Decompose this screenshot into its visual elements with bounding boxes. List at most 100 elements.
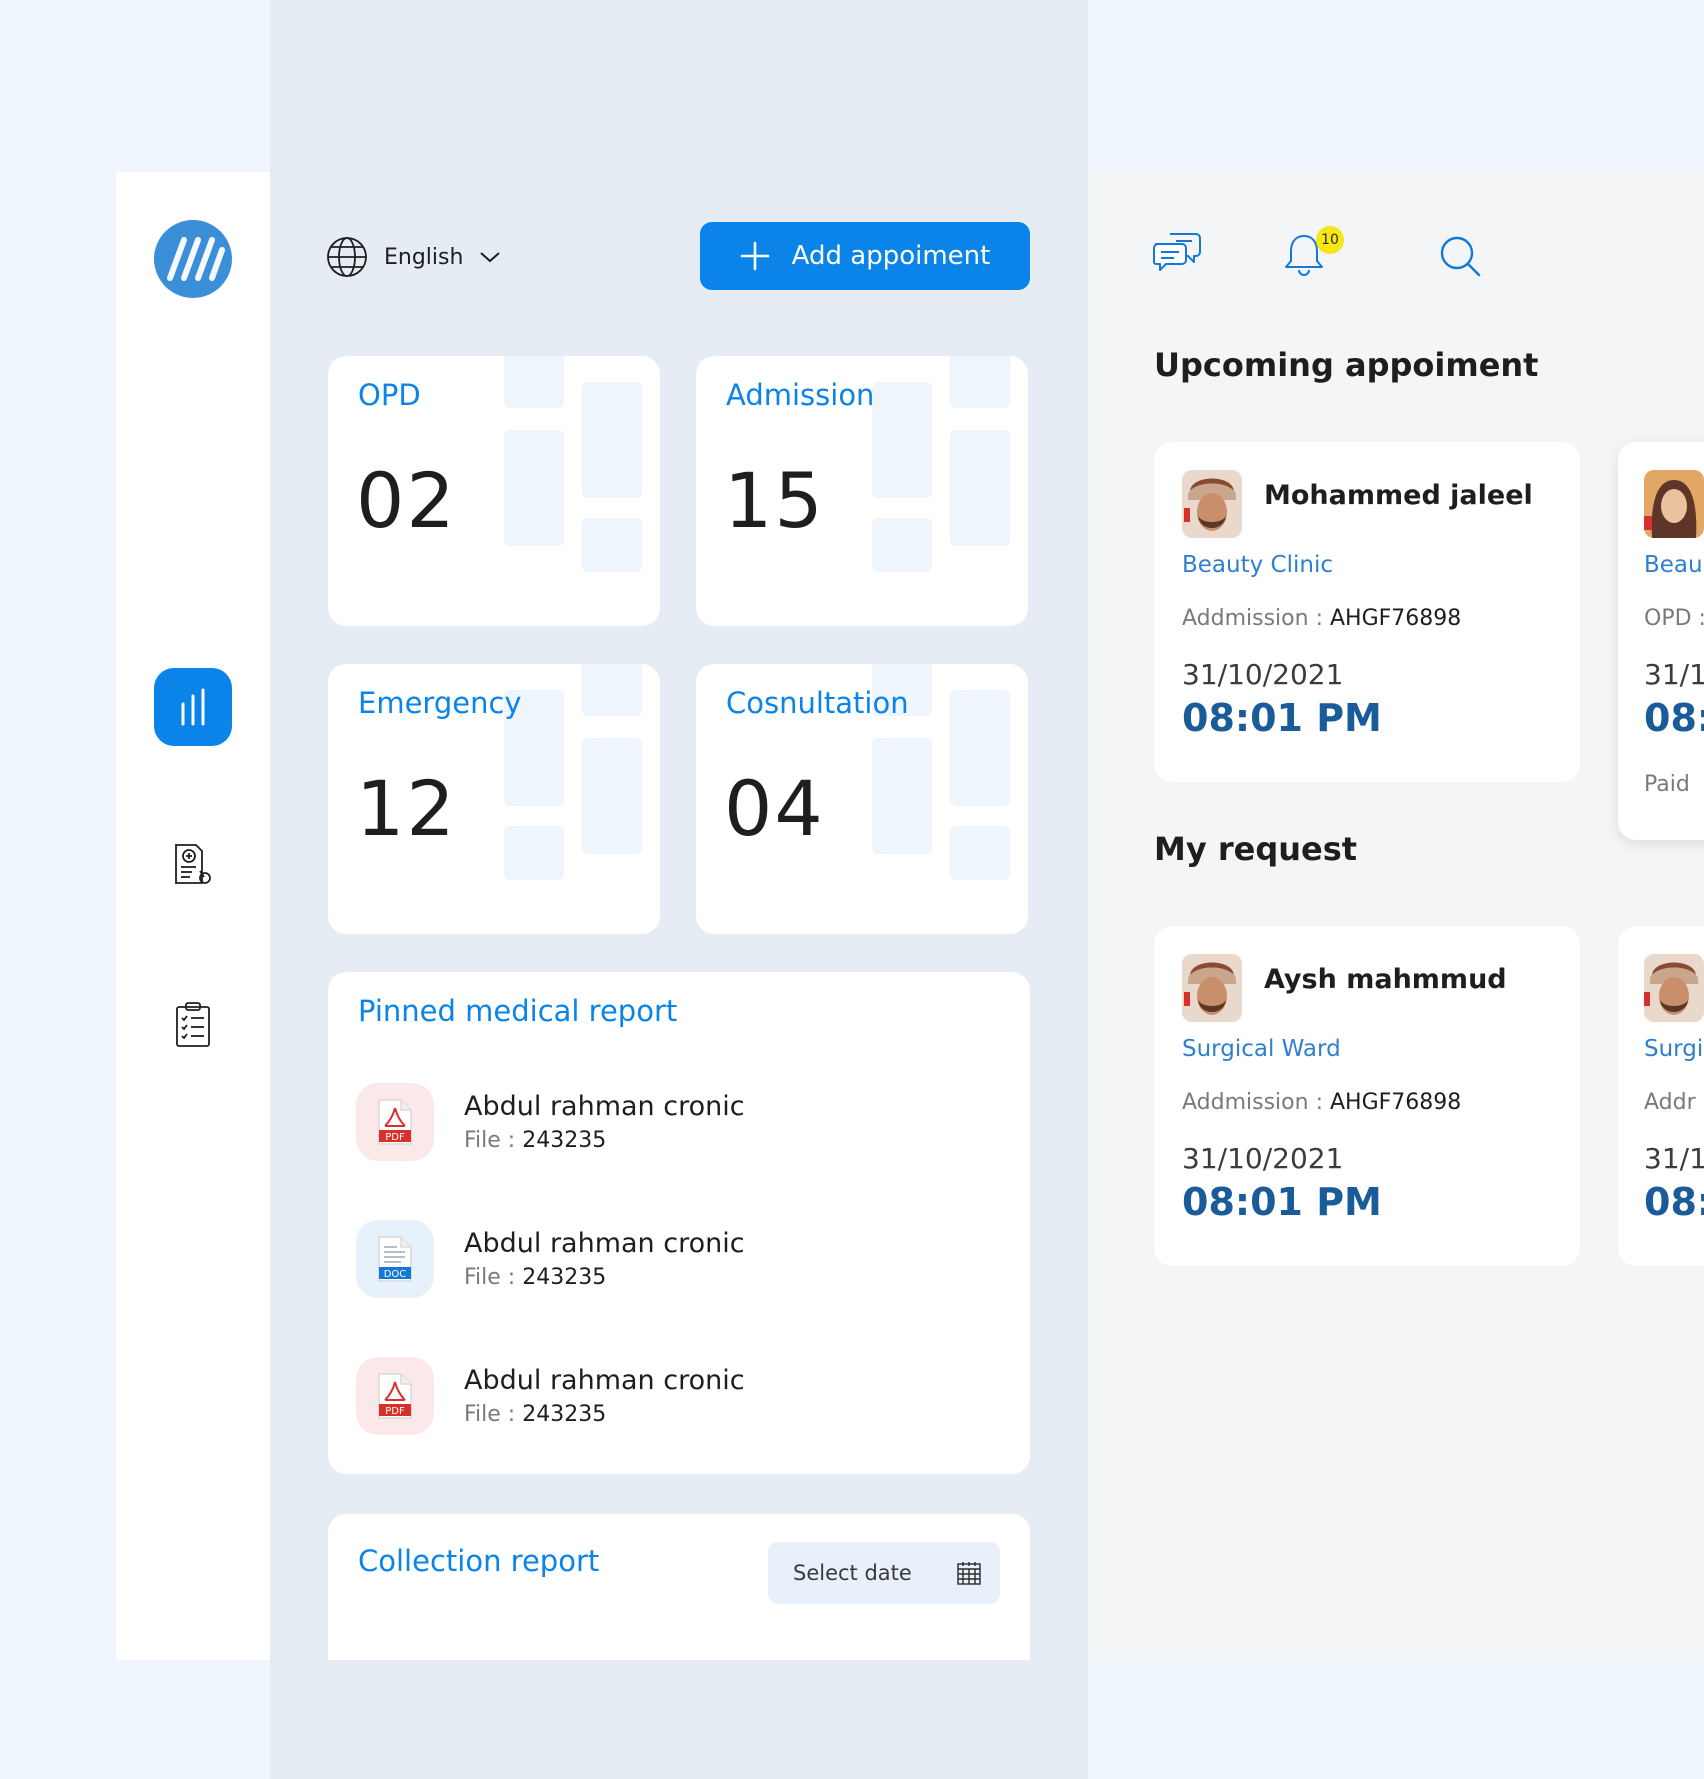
nav-dashboard[interactable]: [154, 668, 232, 746]
collection-report-panel: Collection report Select date: [328, 1514, 1030, 1660]
department: Beau: [1644, 552, 1703, 578]
report-name: Abdul rahman cronic: [464, 1091, 745, 1122]
stat-card-consultation[interactable]: Cosnultation 04: [696, 664, 1028, 934]
pdf-file-icon: PDF: [356, 1357, 434, 1435]
pdf-file-icon: PDF: [356, 1083, 434, 1161]
patient-name: Mohammed jaleel: [1264, 480, 1533, 511]
select-date-button[interactable]: Select date: [768, 1542, 1000, 1604]
report-file-label: File :: [464, 1265, 516, 1290]
decor-block: [872, 382, 932, 498]
report-file-label: File :: [464, 1402, 516, 1427]
request-date: 31/10/2021: [1182, 1142, 1344, 1175]
stat-card-admission[interactable]: Admission 15: [696, 356, 1028, 626]
decor-block: [504, 356, 564, 408]
nav-medical-reports[interactable]: [154, 826, 232, 904]
stat-value: 02: [356, 456, 457, 545]
search-icon: [1440, 236, 1481, 277]
add-appointment-button[interactable]: Add appoiment: [700, 222, 1030, 290]
decor-block: [582, 738, 642, 854]
admission-label: OPD :: [1644, 606, 1704, 631]
patient-name: Aysh mahmmud: [1264, 964, 1507, 995]
pinned-report-item[interactable]: PDF Abdul rahman cronic File : 243235: [356, 1356, 996, 1436]
decor-block: [950, 826, 1010, 880]
bar-chart-icon: [181, 688, 205, 726]
report-file-label: File :: [464, 1128, 516, 1153]
decor-block: [504, 826, 564, 880]
request-time: 08:01 PM: [1182, 1180, 1382, 1224]
plus-icon: [740, 241, 769, 271]
payment-status: Paid: [1644, 772, 1690, 797]
stat-title: OPD: [358, 378, 421, 412]
chat-button[interactable]: [1152, 228, 1202, 278]
medical-report-icon: [175, 844, 211, 884]
report-file: File : 243235: [464, 1128, 745, 1153]
report-file: File : 243235: [464, 1265, 745, 1290]
checklist-icon: [176, 1002, 210, 1047]
app-logo[interactable]: [154, 220, 232, 298]
decor-block: [950, 430, 1010, 546]
pinned-report-item[interactable]: PDF Abdul rahman cronic File : 243235: [356, 1082, 996, 1162]
report-file-number: 243235: [522, 1265, 607, 1290]
admission-id: AHGF76898: [1329, 1090, 1462, 1115]
request-date: 31/10: [1644, 1142, 1704, 1175]
pdf-label: PDF: [385, 1406, 405, 1417]
decor-block: [872, 518, 932, 572]
stat-value: 15: [724, 456, 825, 545]
my-request-title: My request: [1154, 830, 1358, 868]
appointment-time: 08:01 PM: [1182, 696, 1382, 740]
search-button[interactable]: [1438, 234, 1482, 282]
stat-card-emergency[interactable]: Emergency 12: [328, 664, 660, 934]
admission-id: AHGF76898: [1329, 606, 1462, 631]
decor-block: [872, 738, 932, 854]
pinned-title: Pinned medical report: [358, 994, 678, 1028]
decor-block: [504, 430, 564, 546]
appointment-card[interactable]: Beau OPD : 31/10 08: Paid: [1618, 442, 1704, 840]
pinned-medical-report-panel: Pinned medical report PDF Abdul rahman c…: [328, 972, 1030, 1474]
chevron-down-icon: [480, 252, 501, 263]
report-name: Abdul rahman cronic: [464, 1365, 745, 1396]
stat-value: 12: [356, 764, 457, 853]
admission-label: Addmission :: [1182, 1090, 1323, 1115]
stat-card-opd[interactable]: OPD 02: [328, 356, 660, 626]
decor-block: [582, 664, 642, 716]
decor-block: [950, 356, 1010, 408]
admission-info: Addmission : AHGF76898: [1182, 1090, 1461, 1115]
request-card[interactable]: Surgi Addr 31/10 08:: [1618, 926, 1704, 1266]
language-label: English: [384, 244, 464, 270]
avatar: [1644, 954, 1704, 1022]
request-time: 08:: [1644, 1180, 1704, 1224]
nav-checklist[interactable]: [154, 986, 232, 1064]
chat-icon: [1153, 233, 1201, 271]
stat-value: 04: [724, 764, 825, 853]
decor-block: [582, 382, 642, 498]
report-file-number: 243235: [522, 1128, 607, 1153]
appointment-date: 31/10: [1644, 658, 1704, 691]
notification-badge: 10: [1316, 226, 1344, 254]
right-panel: Upcoming appoiment Mohammed jaleel Beaut…: [1088, 172, 1704, 1660]
avatar: [1182, 954, 1242, 1022]
collection-title: Collection report: [358, 1544, 600, 1578]
stat-title: Cosnultation: [726, 686, 909, 720]
stat-title: Emergency: [358, 686, 522, 720]
doc-file-icon: DOC: [356, 1220, 434, 1298]
request-card[interactable]: Aysh mahmmud Surgical Ward Addmission : …: [1154, 926, 1580, 1266]
admission-info: Addmission : AHGF76898: [1182, 606, 1461, 631]
admission-info: Addr: [1644, 1090, 1696, 1115]
report-name: Abdul rahman cronic: [464, 1228, 745, 1259]
appointment-time: 08:: [1644, 696, 1704, 740]
calendar-icon: [957, 1562, 981, 1585]
decor-block: [582, 518, 642, 572]
appointment-card[interactable]: Mohammed jaleel Beauty Clinic Addmission…: [1154, 442, 1580, 782]
avatar: [1644, 470, 1704, 538]
pdf-label: PDF: [385, 1132, 405, 1143]
language-selector[interactable]: English: [326, 236, 501, 278]
admission-info: OPD :: [1644, 606, 1704, 631]
pinned-report-item[interactable]: DOC Abdul rahman cronic File : 243235: [356, 1219, 996, 1299]
sidebar: [116, 172, 270, 1660]
add-appointment-label: Add appoiment: [791, 241, 991, 271]
appointment-date: 31/10/2021: [1182, 658, 1344, 691]
stat-title: Admission: [726, 378, 875, 412]
admission-label: Addmission :: [1182, 606, 1323, 631]
department: Surgical Ward: [1182, 1036, 1341, 1062]
decor-block: [950, 690, 1010, 806]
